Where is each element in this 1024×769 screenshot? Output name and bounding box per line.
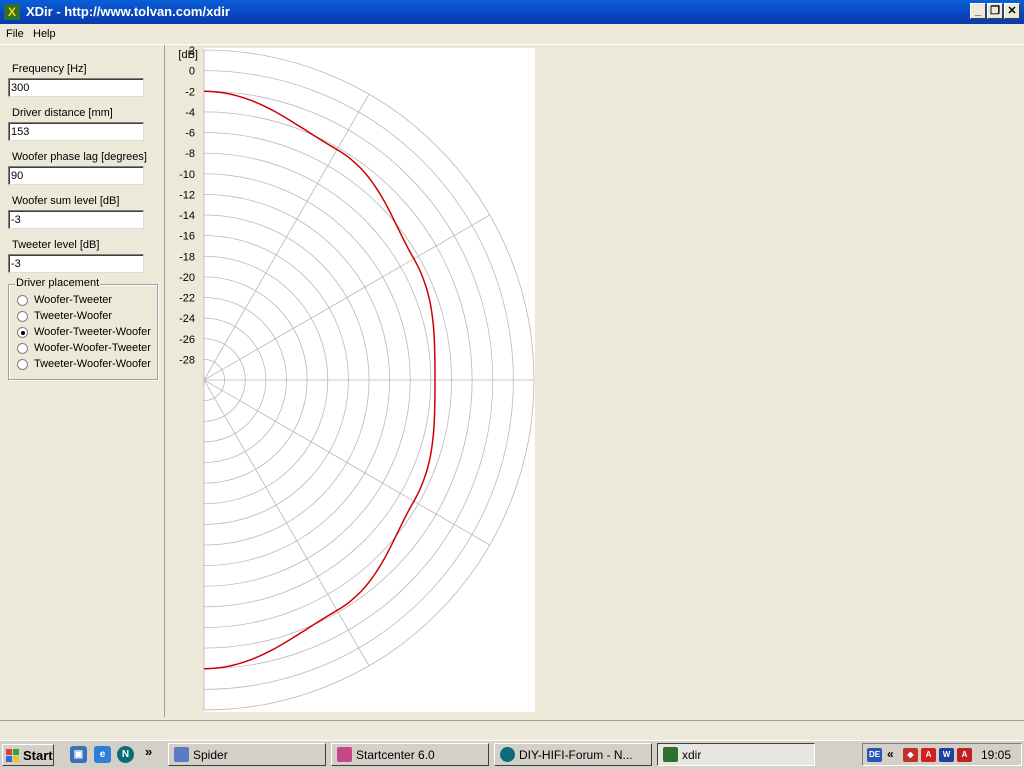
woofer-phase-lag-field[interactable] bbox=[8, 166, 144, 185]
task-label: Spider bbox=[193, 748, 228, 762]
radial-tick-label: -8 bbox=[185, 148, 195, 160]
radial-tick-label: 2 bbox=[189, 46, 195, 57]
radial-tick-label: -6 bbox=[185, 128, 195, 140]
radial-tick-label: 0 bbox=[189, 66, 195, 78]
radial-tick-label: -18 bbox=[179, 251, 195, 263]
xdir-app-icon[interactable]: X bbox=[4, 4, 20, 20]
radial-tick-label: -26 bbox=[179, 334, 195, 346]
radial-tick-label: -4 bbox=[185, 107, 195, 119]
acrobat-icon[interactable]: A bbox=[921, 748, 936, 762]
radial-tick-label: -24 bbox=[179, 313, 195, 325]
radio-label: Tweeter-Woofer bbox=[34, 310, 113, 322]
task-label: Startcenter 6.0 bbox=[356, 748, 435, 762]
taskbar: Start ▣ e N » Spider Startcenter 6.0 DIY… bbox=[0, 740, 1024, 769]
frequency-field[interactable] bbox=[8, 78, 144, 97]
parameter-panel: Frequency [Hz] Driver distance [mm] Woof… bbox=[0, 45, 165, 717]
frequency-label: Frequency [Hz] bbox=[12, 63, 87, 75]
menu-bar: File Help bbox=[0, 24, 1024, 45]
radio-button[interactable] bbox=[17, 343, 28, 354]
task-label: xdir bbox=[682, 748, 702, 762]
radial-tick-label: -22 bbox=[179, 293, 195, 305]
driver-placement-title: Driver placement bbox=[15, 277, 101, 289]
radial-tick-label: -10 bbox=[179, 169, 195, 181]
radio-button[interactable] bbox=[17, 311, 28, 322]
clock: 19:05 bbox=[981, 748, 1012, 762]
netscape-icon[interactable]: N bbox=[117, 746, 134, 763]
restore-button[interactable]: ❐ bbox=[987, 3, 1003, 19]
radio-button[interactable] bbox=[17, 359, 28, 370]
start-button[interactable]: Start bbox=[2, 744, 54, 766]
radial-tick-labels: [dB]20-2-4-6-8-10-12-14-16-18-20-22-24-2… bbox=[178, 46, 198, 366]
status-bar bbox=[0, 720, 1024, 737]
title-bar: X XDir - http://www.tolvan.com/xdir _ ❐ … bbox=[0, 0, 1024, 24]
radio-label: Woofer-Tweeter-Woofer bbox=[34, 326, 151, 338]
system-tray: DE « ◆ A W A 19:05 bbox=[862, 743, 1022, 766]
wd-icon[interactable]: W bbox=[939, 748, 954, 762]
desktop-icon[interactable]: ▣ bbox=[70, 746, 87, 763]
spider-icon bbox=[174, 747, 189, 762]
task-label: DIY-HIFI-Forum - N... bbox=[519, 748, 633, 762]
driver-distance-label: Driver distance [mm] bbox=[12, 107, 113, 119]
ie-icon[interactable]: e bbox=[94, 746, 111, 763]
woofer-sum-level-field[interactable] bbox=[8, 210, 144, 229]
tweeter-level-label: Tweeter level [dB] bbox=[12, 239, 100, 251]
driver-placement-group: Driver placement Woofer-Tweeter Tweeter-… bbox=[8, 277, 158, 380]
tweeter-level-field[interactable] bbox=[8, 254, 144, 273]
start-label: Start bbox=[23, 748, 53, 763]
menu-file[interactable]: File bbox=[6, 28, 24, 40]
radio-label: Woofer-Woofer-Tweeter bbox=[34, 342, 151, 354]
task-startcenter[interactable]: Startcenter 6.0 bbox=[331, 743, 489, 766]
polar-plot: [dB]20-2-4-6-8-10-12-14-16-18-20-22-24-2… bbox=[178, 46, 535, 712]
woofer-sum-level-label: Woofer sum level [dB] bbox=[12, 195, 120, 207]
radial-tick-label: -28 bbox=[179, 354, 195, 366]
radial-tick-label: -2 bbox=[185, 86, 195, 98]
driver-distance-field[interactable] bbox=[8, 122, 144, 141]
radio-button-selected[interactable] bbox=[17, 327, 28, 338]
radio-label: Woofer-Tweeter bbox=[34, 294, 113, 306]
menu-help[interactable]: Help bbox=[33, 28, 56, 40]
radial-tick-label: -16 bbox=[179, 231, 195, 243]
radio-button[interactable] bbox=[17, 295, 28, 306]
task-spider[interactable]: Spider bbox=[168, 743, 326, 766]
quicklaunch-chevron[interactable]: » bbox=[145, 744, 152, 759]
netscape-icon bbox=[500, 747, 515, 762]
radial-tick-label: -20 bbox=[179, 272, 195, 284]
radial-tick-label: -12 bbox=[179, 189, 195, 201]
radial-tick-label: -14 bbox=[179, 210, 195, 222]
woofer-phase-lag-label: Woofer phase lag [degrees] bbox=[12, 151, 147, 163]
radio-label: Tweeter-Woofer-Woofer bbox=[34, 358, 151, 370]
shield-icon[interactable]: ◆ bbox=[903, 748, 918, 762]
task-xdir[interactable]: xdir bbox=[657, 743, 815, 766]
radio-dot bbox=[21, 331, 25, 335]
minimize-button[interactable]: _ bbox=[970, 3, 986, 19]
task-diy-hifi-forum[interactable]: DIY-HIFI-Forum - N... bbox=[494, 743, 652, 766]
xdir-app-icon bbox=[663, 747, 678, 762]
startcenter-icon bbox=[337, 747, 352, 762]
tray-chevron[interactable]: « bbox=[887, 747, 894, 761]
windows-flag-icon bbox=[6, 749, 19, 762]
language-indicator[interactable]: DE bbox=[867, 748, 882, 762]
close-button[interactable]: ✕ bbox=[1004, 3, 1020, 19]
ati-icon[interactable]: A bbox=[957, 748, 972, 762]
window-title: XDir - http://www.tolvan.com/xdir bbox=[26, 4, 230, 19]
